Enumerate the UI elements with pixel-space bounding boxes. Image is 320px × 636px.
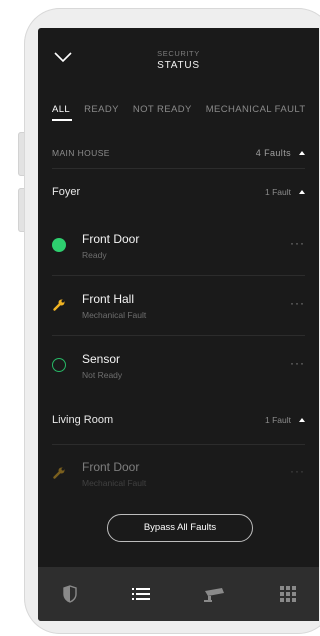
room-header-foyer[interactable]: Foyer 1 Fault	[52, 186, 305, 198]
device-name: Front Door	[82, 460, 140, 474]
device-status: Not Ready	[82, 370, 123, 380]
room-name: Living Room	[52, 414, 114, 426]
camera-icon[interactable]	[202, 585, 228, 603]
divider	[52, 444, 305, 445]
room-fault-count: 1 Fault	[265, 415, 291, 425]
list-icon[interactable]	[131, 585, 151, 603]
tab-all[interactable]: ALL	[52, 104, 73, 121]
device-name: Sensor	[82, 352, 121, 366]
caret-up-icon	[299, 151, 305, 155]
more-options-icon[interactable]: ···	[290, 296, 305, 310]
wrench-icon	[53, 299, 65, 311]
grid-icon[interactable]	[278, 585, 298, 603]
more-options-icon[interactable]: ···	[290, 236, 305, 250]
group-label: MAIN HOUSE	[52, 148, 110, 158]
tab-mechanical-fault[interactable]: MECHANICAL FAULT	[206, 104, 306, 121]
device-name: Front Hall	[82, 292, 135, 306]
device-row-front-hall[interactable]: Front Hall Mechanical Fault ···	[52, 292, 305, 348]
room-fault-count: 1 Fault	[265, 187, 291, 197]
bottom-nav	[38, 567, 319, 621]
more-options-icon[interactable]: ···	[290, 356, 305, 370]
divider	[52, 335, 305, 336]
room-name: Foyer	[52, 186, 81, 198]
wrench-icon	[53, 467, 65, 479]
device-row-sensor[interactable]: Sensor Not Ready ···	[52, 352, 305, 408]
device-name: Front Door	[82, 232, 140, 246]
not-ready-ring-icon	[52, 358, 66, 372]
caret-up-icon	[299, 418, 305, 422]
caret-up-icon	[299, 190, 305, 194]
page-title: STATUS	[157, 60, 200, 71]
header: SECURITY STATUS	[38, 28, 319, 88]
room-header-living-room[interactable]: Living Room 1 Fault	[52, 414, 305, 426]
device-status: Ready	[82, 250, 107, 260]
tab-ready[interactable]: READY	[84, 104, 119, 121]
group-fault-count: 4 Faults	[255, 148, 291, 158]
device-status: Mechanical Fault	[82, 478, 147, 488]
group-header-main-house[interactable]: MAIN HOUSE 4 Faults	[52, 148, 305, 164]
device-row-front-door-living-room[interactable]: Front Door Mechanical Fault ···	[52, 460, 305, 516]
divider	[52, 275, 305, 276]
shield-icon[interactable]	[60, 585, 80, 603]
bypass-all-faults-button[interactable]: Bypass All Faults	[107, 514, 253, 542]
filter-tabs: ALL READY NOT READY MECHANICAL FAULT	[52, 104, 319, 121]
security-status-screen: SECURITY STATUS ALL READY NOT READY MECHANI…	[38, 28, 319, 621]
header-subtitle: SECURITY	[157, 49, 200, 58]
divider	[52, 168, 305, 169]
more-options-icon[interactable]: ···	[290, 464, 305, 478]
device-row-front-door[interactable]: Front Door Ready ···	[52, 232, 305, 288]
tab-not-ready[interactable]: NOT READY	[133, 104, 192, 121]
device-status: Mechanical Fault	[82, 310, 147, 320]
ready-dot-icon	[52, 238, 66, 252]
